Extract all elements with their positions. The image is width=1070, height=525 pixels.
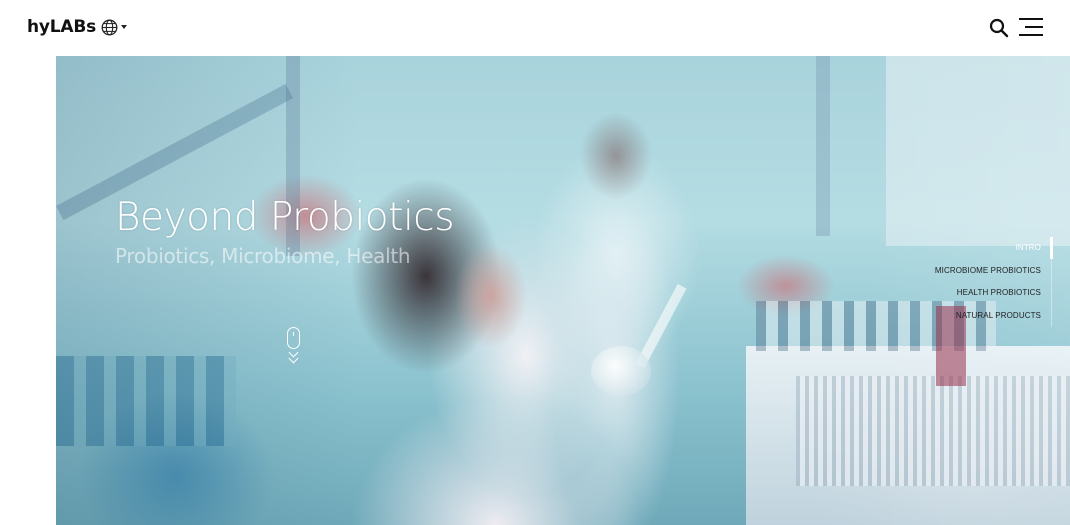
hamburger-line: [1019, 34, 1043, 36]
chevron-down-icon: [121, 25, 127, 29]
search-button[interactable]: [989, 18, 1009, 38]
chevron-down-icon: [288, 353, 299, 364]
hamburger-line: [1025, 26, 1043, 28]
globe-icon: [101, 19, 118, 36]
section-nav: INTRO MICROBIOME PROBIOTICS HEALTH PROBI…: [912, 237, 1053, 327]
search-icon: [989, 18, 1009, 38]
hamburger-menu-icon: [1019, 18, 1043, 20]
section-nav-item-microbiome-probiotics[interactable]: MICROBIOME PROBIOTICS: [935, 266, 1041, 275]
mouse-scroll-icon: [287, 327, 300, 349]
hero-banner: Beyond Probiotics Probiotics, Microbiome…: [56, 56, 1070, 525]
hero-subtitle: Probiotics, Microbiome, Health: [115, 244, 411, 268]
site-logo[interactable]: hyLABs: [27, 17, 96, 37]
scroll-down-indicator[interactable]: [286, 327, 302, 375]
hero-title: Beyond Probiotics: [115, 195, 455, 240]
section-nav-item-intro[interactable]: INTRO: [1016, 243, 1041, 252]
section-nav-item-health-probiotics[interactable]: HEALTH PROBIOTICS: [957, 288, 1041, 297]
language-selector[interactable]: [101, 18, 129, 38]
section-nav-item-natural-products[interactable]: NATURAL PRODUCTS: [956, 311, 1041, 320]
menu-button[interactable]: [1019, 18, 1043, 38]
active-section-indicator: [1050, 237, 1053, 259]
site-header: hyLABs: [0, 0, 1070, 56]
